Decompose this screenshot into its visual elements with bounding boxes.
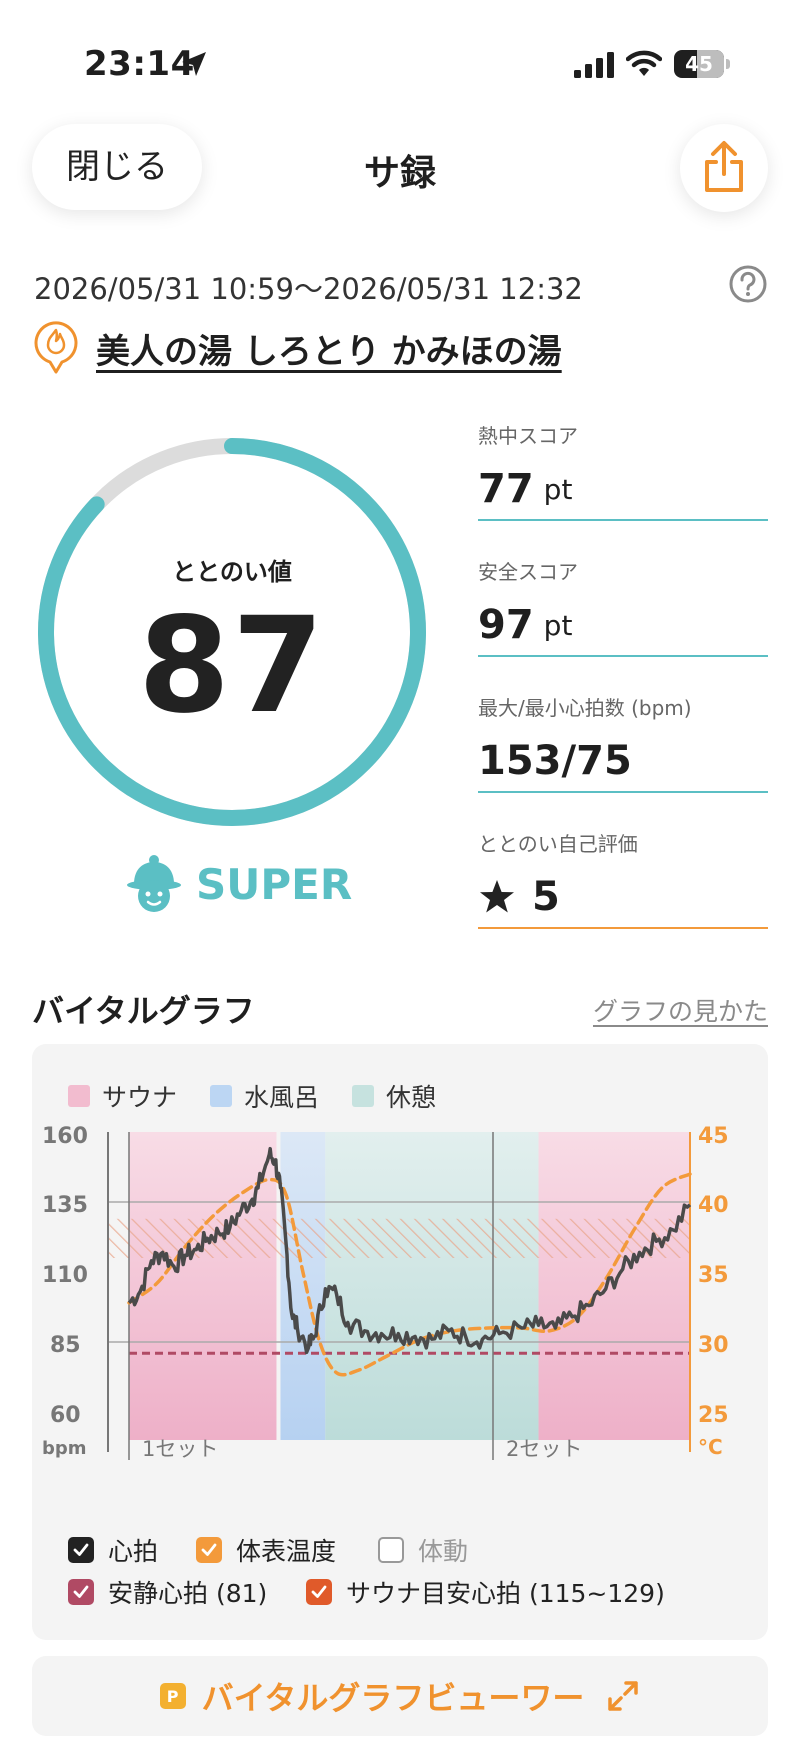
share-button[interactable]: [680, 124, 768, 212]
viewer-button-label: バイタルグラフビューワー: [201, 1679, 585, 1717]
toggle-skin-temp[interactable]: 体表温度: [196, 1532, 336, 1568]
divider: [478, 655, 768, 657]
star-icon: [480, 880, 514, 913]
sauna-target-hr-band: [108, 1218, 690, 1258]
help-circle-icon[interactable]: [728, 264, 768, 304]
y2-axis-unit: °C: [698, 1435, 723, 1459]
phase-cold-bath: [280, 1132, 326, 1440]
heart-rate-label: 最大/最小心拍数 (bpm): [478, 696, 692, 720]
heat-score-unit: pt: [543, 472, 573, 506]
score-label: ととのい値: [172, 558, 292, 586]
divider: [478, 791, 768, 793]
checkbox-unchecked[interactable]: [378, 1537, 404, 1563]
toggle-label: 体動: [418, 1537, 469, 1566]
y2-tick-30: 30: [698, 1333, 729, 1358]
phase-sauna: [129, 1132, 277, 1440]
checkbox-checked[interactable]: [68, 1537, 94, 1563]
heat-score-label: 熱中スコア: [478, 424, 578, 448]
wifi-icon: [626, 50, 662, 76]
legend-item-cold-bath: 水風呂: [210, 1078, 319, 1114]
battery-icon: 45: [674, 50, 724, 78]
y-axis-unit: bpm: [42, 1438, 87, 1459]
facility-flame-icon: [34, 321, 78, 374]
y2-tick-35: 35: [698, 1263, 729, 1288]
visit-datetime: 2026/05/31 10:59～2026/05/31 12:32: [34, 272, 583, 306]
y-tick-60: 60: [50, 1403, 81, 1428]
safety-score-stat: 安全スコア 97 pt: [478, 556, 768, 657]
legend-label: サウナ: [102, 1083, 178, 1112]
set-1-label: 1セット: [142, 1437, 218, 1461]
y-tick-110: 110: [42, 1263, 88, 1288]
y2-tick-45: 45: [698, 1124, 729, 1149]
legend-swatch: [352, 1085, 374, 1107]
legend-item-sauna: サウナ: [68, 1078, 177, 1114]
graph-guide-link[interactable]: グラフの見かた: [593, 992, 768, 1028]
vital-graph-viewer-button[interactable]: P バイタルグラフビューワー: [32, 1656, 768, 1736]
self-rating-value: 5: [532, 874, 560, 920]
legend-label: 水風呂: [244, 1083, 320, 1112]
toggle-body-motion[interactable]: 体動: [378, 1532, 468, 1568]
toggle-target-hr[interactable]: サウナ目安心拍 (115~129): [306, 1574, 665, 1610]
self-rating-label: ととのい自己評価: [478, 832, 638, 856]
heart-rate-value: 153/75: [478, 738, 632, 784]
heat-score-stat: 熱中スコア 77 pt: [478, 420, 768, 521]
self-rating-stat[interactable]: ととのい自己評価 5: [478, 828, 768, 929]
grade-label: SUPER: [196, 860, 353, 909]
set-2-label: 2セット: [506, 1437, 582, 1461]
premium-badge-icon: P: [159, 1683, 186, 1709]
score-value: 87: [138, 589, 326, 743]
expand-icon: [608, 1681, 639, 1711]
legend-swatch: [68, 1085, 90, 1107]
battery-level: 45: [685, 52, 713, 76]
safety-score-value: 97: [478, 602, 534, 648]
vital-chart: 160 135 110 85 60 bpm 45 40 35 30 25 °C …: [42, 1124, 729, 1461]
toggle-label: 体表温度: [236, 1537, 337, 1566]
y2-tick-25: 25: [698, 1403, 729, 1428]
heart-rate-stat: 最大/最小心拍数 (bpm) 153/75: [478, 692, 768, 793]
status-time: 23:14: [84, 44, 195, 84]
toggle-label: 安静心拍 (81): [108, 1579, 268, 1608]
legend-item-rest: 休憩: [352, 1078, 436, 1114]
heat-score-value: 77: [478, 466, 534, 512]
safety-score-label: 安全スコア: [478, 560, 578, 584]
checkbox-checked[interactable]: [306, 1579, 332, 1605]
checkbox-checked[interactable]: [196, 1537, 222, 1563]
checkbox-checked[interactable]: [68, 1579, 94, 1605]
battery-cap: [726, 59, 730, 69]
legend-swatch: [210, 1085, 232, 1107]
y-tick-85: 85: [50, 1333, 81, 1358]
facility-name-link[interactable]: 美人の湯 しろとり かみほの湯: [96, 324, 562, 373]
location-arrow-icon: [182, 52, 206, 76]
toggle-resting-hr[interactable]: 安静心拍 (81): [68, 1574, 267, 1610]
y2-tick-40: 40: [698, 1193, 729, 1218]
toggle-label: 心拍: [108, 1537, 159, 1566]
sauna-hat-icon: [127, 855, 181, 912]
phase-rest: [325, 1132, 539, 1440]
toggle-heart-rate[interactable]: 心拍: [68, 1532, 158, 1568]
y-tick-135: 135: [42, 1193, 88, 1218]
signal-icon: [574, 52, 614, 78]
share-icon: [705, 141, 743, 192]
legend-label: 休憩: [386, 1083, 437, 1112]
section-title-vital-graph: バイタルグラフ: [32, 992, 255, 1030]
y-tick-160: 160: [42, 1124, 88, 1149]
divider: [478, 519, 768, 521]
toggle-label: サウナ目安心拍 (115~129): [346, 1579, 665, 1608]
divider: [478, 927, 768, 929]
safety-score-unit: pt: [543, 608, 573, 642]
